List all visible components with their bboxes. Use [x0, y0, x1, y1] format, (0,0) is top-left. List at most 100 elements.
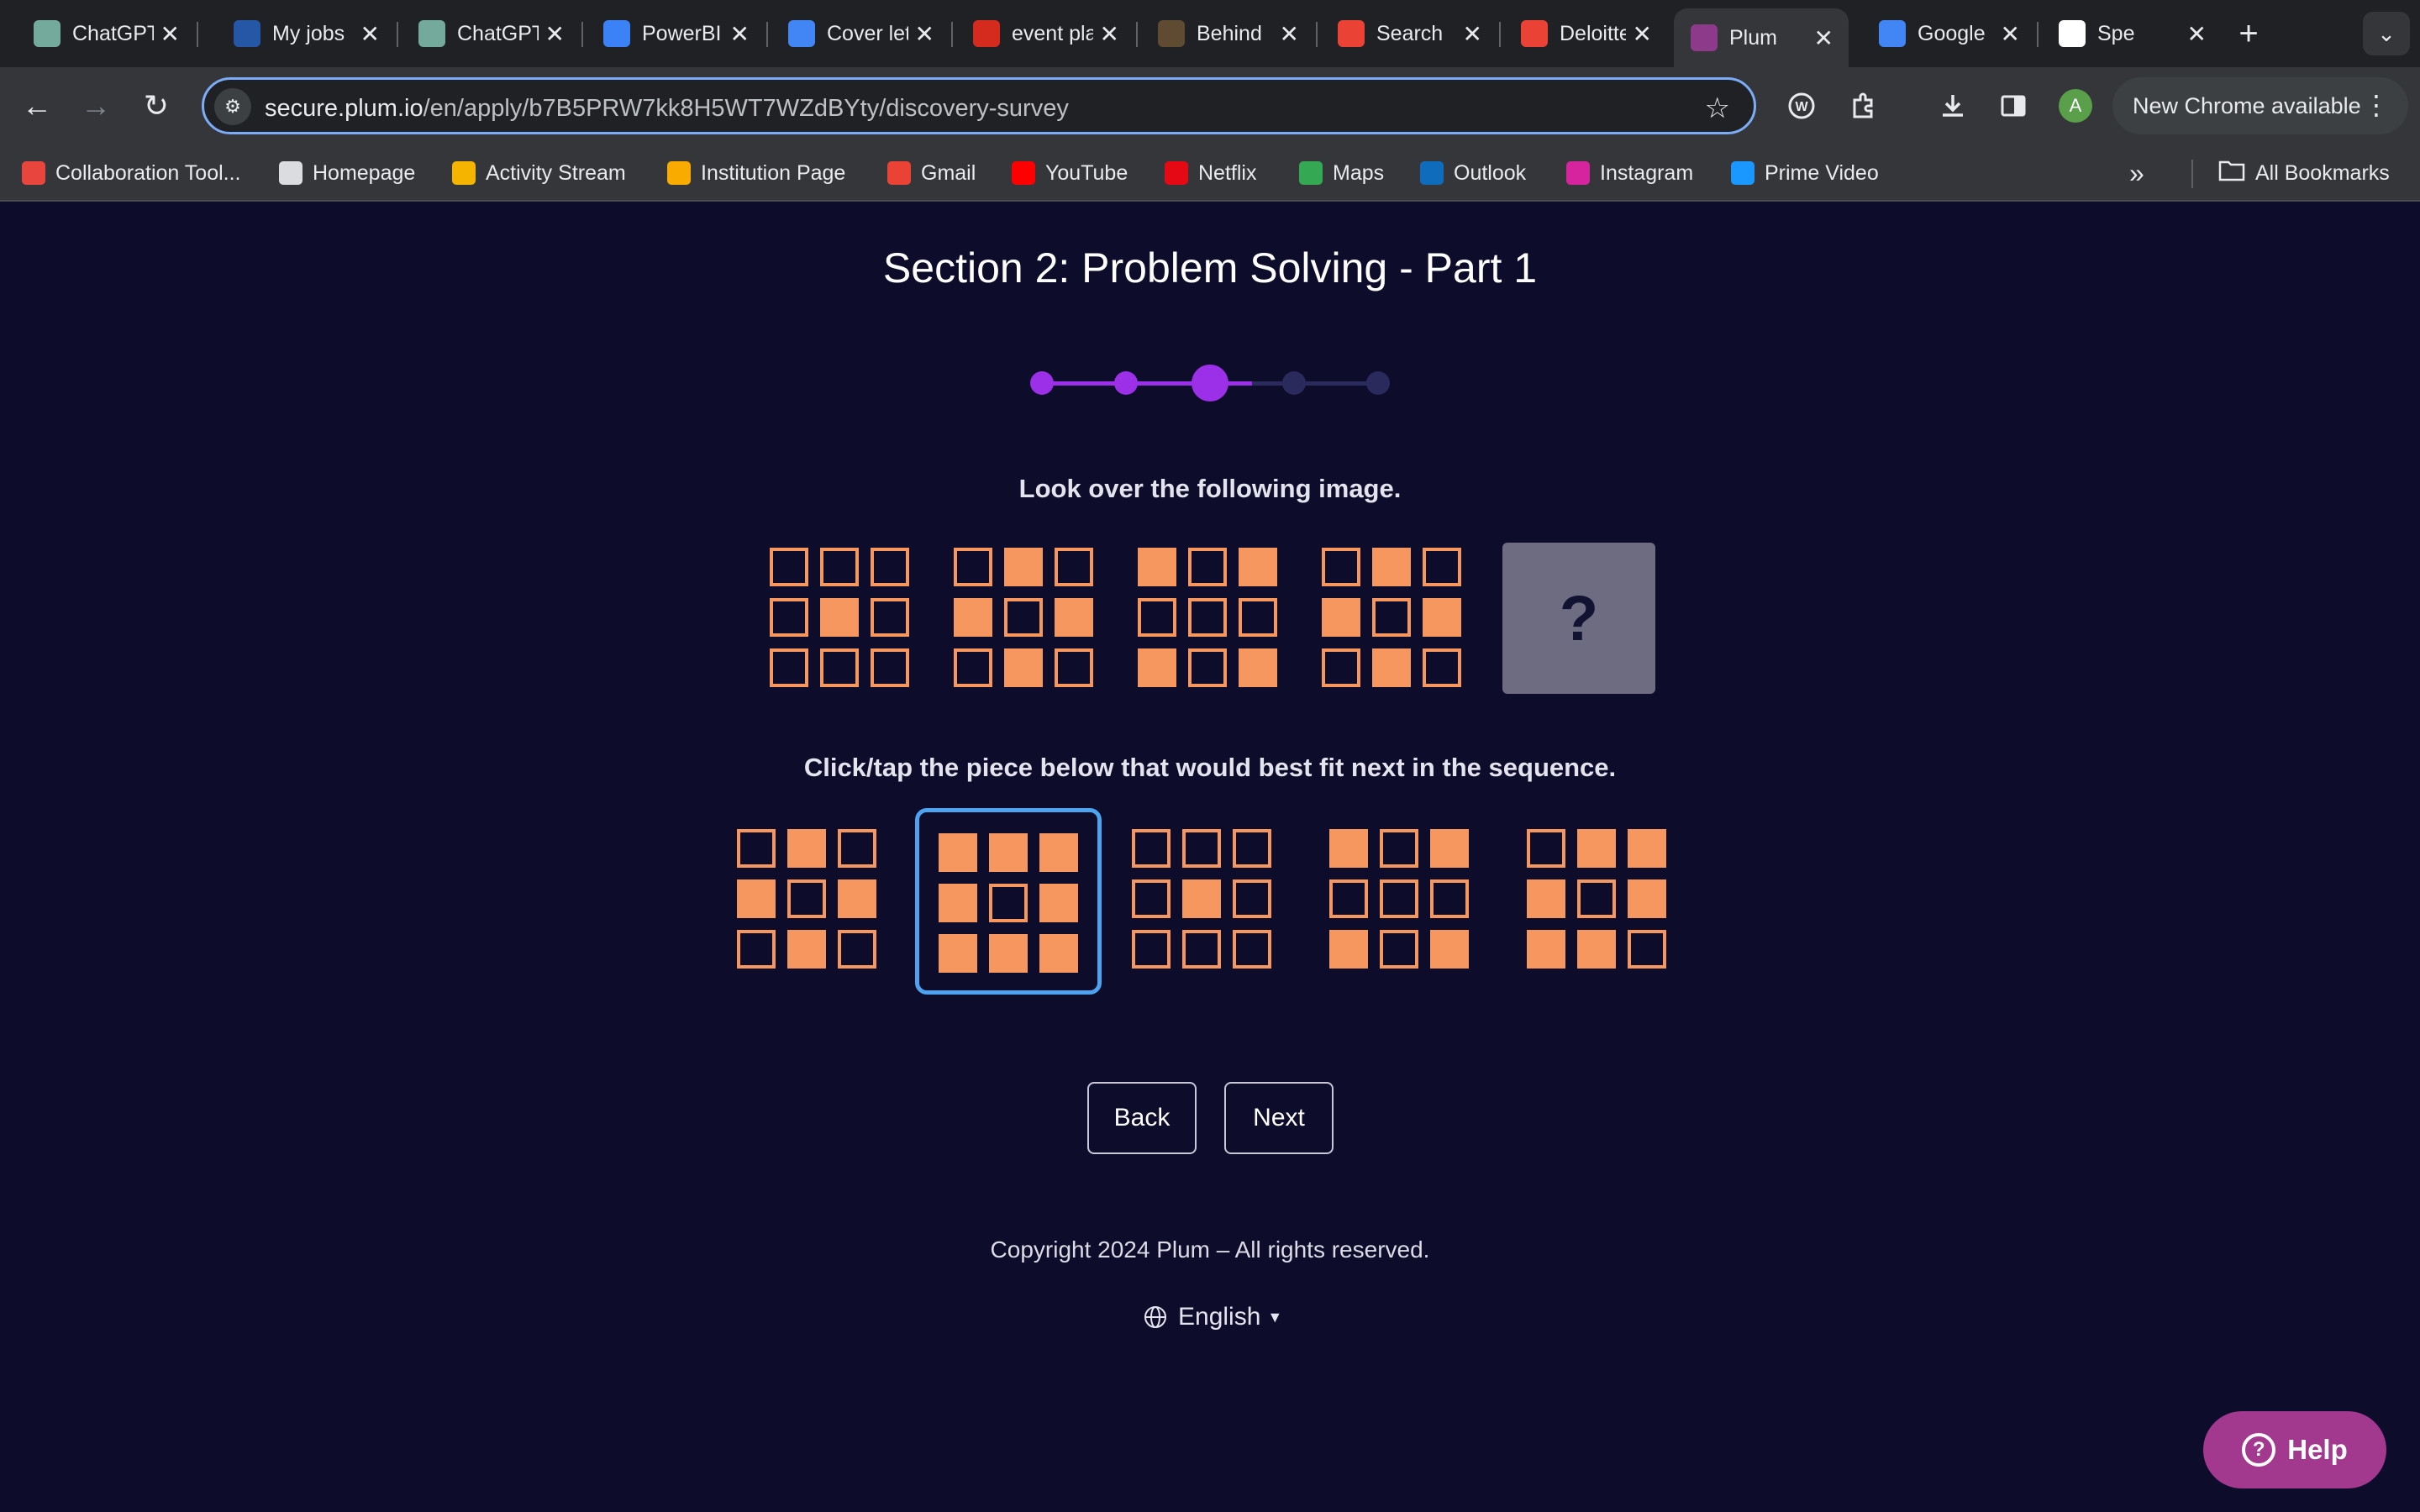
- answer-option[interactable]: [718, 808, 904, 995]
- forward-nav-button[interactable]: →: [76, 86, 116, 126]
- help-button[interactable]: ? Help: [2203, 1411, 2386, 1488]
- filled-square: [1329, 829, 1368, 868]
- browser-tab[interactable]: ChatGPT ✕: [17, 10, 195, 57]
- filled-square: [1430, 829, 1469, 868]
- new-chrome-available-button[interactable]: New Chrome available ⋮: [2112, 77, 2408, 134]
- close-icon[interactable]: ✕: [1280, 20, 1299, 48]
- close-icon[interactable]: ✕: [360, 20, 380, 48]
- tab-label: Spe: [2097, 21, 2135, 45]
- browser-tab[interactable]: PowerBI ✕: [587, 10, 765, 57]
- empty-square: [1188, 598, 1227, 637]
- answer-option[interactable]: [1310, 808, 1497, 995]
- tab-search-button[interactable]: ⌄: [2363, 12, 2410, 55]
- close-icon[interactable]: ✕: [545, 20, 565, 48]
- back-nav-button[interactable]: ←: [17, 86, 57, 126]
- filled-square: [1329, 930, 1368, 969]
- tab-separator: [1499, 22, 1501, 47]
- empty-square: [1233, 930, 1271, 969]
- browser-tab[interactable]: Search ✕: [1321, 10, 1497, 57]
- download-icon[interactable]: [1934, 87, 1971, 124]
- docs-icon: [788, 20, 815, 47]
- close-icon[interactable]: ✕: [1814, 24, 1833, 52]
- reload-button[interactable]: ↻: [136, 86, 176, 126]
- close-icon[interactable]: ✕: [160, 20, 180, 48]
- sequence-tile: [1322, 548, 1466, 692]
- bookmark-item[interactable]: YouTube: [1012, 156, 1128, 190]
- back-button[interactable]: Back: [1087, 1082, 1197, 1154]
- bookmark-item[interactable]: Activity Stream: [452, 156, 626, 190]
- powerbi-icon: [603, 20, 630, 47]
- extension-w-icon[interactable]: W: [1783, 87, 1820, 124]
- filled-square: [989, 833, 1028, 872]
- update-label: New Chrome available: [2133, 92, 2361, 118]
- browser-tab[interactable]: Spe ✕: [2042, 10, 2222, 57]
- bookmark-item[interactable]: Prime Video: [1731, 156, 1879, 190]
- answer-option[interactable]: [915, 808, 1102, 995]
- svg-text:W: W: [1795, 100, 1808, 114]
- empty-square: [1380, 930, 1418, 969]
- close-icon[interactable]: ✕: [730, 20, 750, 48]
- empty-square: [1055, 548, 1093, 586]
- empty-square: [1055, 648, 1093, 687]
- tab-label: Behind: [1197, 21, 1262, 45]
- browser-tab[interactable]: Cover letter ✕: [771, 10, 950, 57]
- filled-square: [939, 833, 977, 872]
- all-bookmarks-folder[interactable]: All Bookmarks: [2218, 156, 2390, 190]
- tab-separator: [1316, 22, 1318, 47]
- close-icon[interactable]: ✕: [1100, 20, 1119, 48]
- browser-tab[interactable]: Behind ✕: [1141, 10, 1314, 57]
- progress-step-current: [1192, 365, 1228, 402]
- close-icon[interactable]: ✕: [915, 20, 934, 48]
- side-panel-icon[interactable]: [1995, 87, 2032, 124]
- browser-tab[interactable]: event planning ✕: [956, 10, 1134, 57]
- globe-icon: [1143, 1305, 1168, 1330]
- empty-square: [1132, 879, 1171, 918]
- close-icon[interactable]: ✕: [2001, 20, 2020, 48]
- language-selector[interactable]: English ▼: [1143, 1300, 1282, 1334]
- extensions-puzzle-icon[interactable]: [1845, 87, 1882, 124]
- arrow-left-icon: ←: [22, 88, 52, 123]
- progress-line: [1042, 381, 1126, 386]
- tab-separator: [951, 22, 953, 47]
- bookmark-item[interactable]: Maps: [1299, 156, 1384, 190]
- bookmark-item[interactable]: Instagram: [1566, 156, 1693, 190]
- option-tile: [1329, 829, 1474, 974]
- bookmark-label: Instagram: [1600, 160, 1694, 185]
- bookmarks-overflow-button[interactable]: »: [2129, 156, 2144, 190]
- browser-tab[interactable]: Google ✕: [1862, 10, 2035, 57]
- browser-tab[interactable]: Plum ✕: [1674, 8, 1849, 67]
- close-icon[interactable]: ✕: [1633, 20, 1652, 48]
- bookmark-star-icon[interactable]: ☆: [1705, 92, 1730, 125]
- browser-tab[interactable]: ChatGPT ✕: [402, 10, 580, 57]
- close-icon[interactable]: ✕: [2187, 20, 2207, 48]
- plum-icon: [1691, 24, 1718, 51]
- bookmark-item[interactable]: Collaboration Tool...: [22, 156, 241, 190]
- empty-square: [1329, 879, 1368, 918]
- new-tab-button[interactable]: +: [2228, 12, 2269, 55]
- url-text[interactable]: secure.plum.io/en/apply/b7B5PRW7kk8H5WT7…: [265, 95, 1069, 123]
- bookmark-item[interactable]: Netflix: [1165, 156, 1256, 190]
- profile-avatar[interactable]: A: [2059, 89, 2092, 123]
- address-bar[interactable]: ⚙ secure.plum.io/en/apply/b7B5PRW7kk8H5W…: [202, 77, 1756, 134]
- close-icon[interactable]: ✕: [1463, 20, 1482, 48]
- bookmark-item[interactable]: Outlook: [1420, 156, 1526, 190]
- empty-square: [770, 548, 808, 586]
- empty-square: [1239, 598, 1277, 637]
- bookmark-item[interactable]: Institution Page: [667, 156, 845, 190]
- browser-tab[interactable]: Deloitte ✕: [1504, 10, 1667, 57]
- site-info-button[interactable]: ⚙: [214, 88, 251, 125]
- bookmark-label: Prime Video: [1765, 160, 1879, 185]
- next-button[interactable]: Next: [1224, 1082, 1334, 1154]
- filled-square: [1055, 598, 1093, 637]
- tab-separator: [2037, 22, 2039, 47]
- answer-option[interactable]: [1507, 808, 1694, 995]
- browser-tab[interactable]: My jobs ✕: [217, 10, 395, 57]
- chatgpt-icon: [34, 20, 60, 47]
- bookmark-label: Outlook: [1454, 160, 1527, 185]
- answer-option[interactable]: [1113, 808, 1299, 995]
- copyright-text: Copyright 2024 Plum – All rights reserve…: [990, 1236, 1430, 1263]
- bookmark-item[interactable]: Gmail: [887, 156, 976, 190]
- filled-square: [1039, 833, 1078, 872]
- bookmark-item[interactable]: Homepage: [279, 156, 415, 190]
- tab-separator: [397, 22, 398, 47]
